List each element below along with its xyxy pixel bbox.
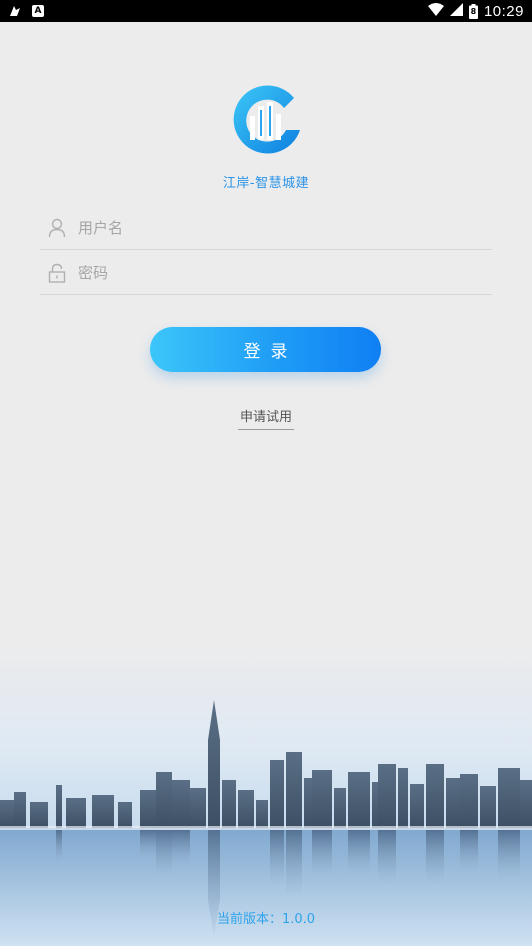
city-building-logo-icon — [233, 85, 300, 154]
a-notification-icon: A — [32, 5, 44, 17]
user-icon — [46, 217, 68, 239]
status-notifications: A — [8, 4, 44, 18]
app-name: 江岸-智慧城建 — [222, 176, 310, 191]
password-input[interactable] — [78, 263, 492, 282]
battery-icon: 8 — [468, 3, 478, 19]
status-bar: A 8 10:29 — [0, 0, 532, 22]
apply-trial-link[interactable]: 申请试用 — [238, 406, 294, 430]
logo-section: 江岸-智慧城建 — [0, 84, 532, 191]
signal-icon — [449, 2, 463, 20]
username-field-row — [40, 206, 492, 250]
username-input[interactable] — [78, 218, 492, 237]
status-indicators: 8 10:29 — [427, 2, 524, 20]
version-text: 当前版本：1.0.0 — [216, 912, 316, 927]
app-notification-icon — [8, 4, 22, 18]
wifi-icon — [427, 2, 444, 20]
city-skyline-image — [0, 640, 532, 946]
password-field-row — [40, 251, 492, 295]
login-button[interactable]: 登录 — [150, 327, 381, 372]
battery-level: 8 — [470, 6, 477, 16]
lock-icon — [46, 262, 68, 284]
status-time: 10:29 — [483, 2, 524, 20]
